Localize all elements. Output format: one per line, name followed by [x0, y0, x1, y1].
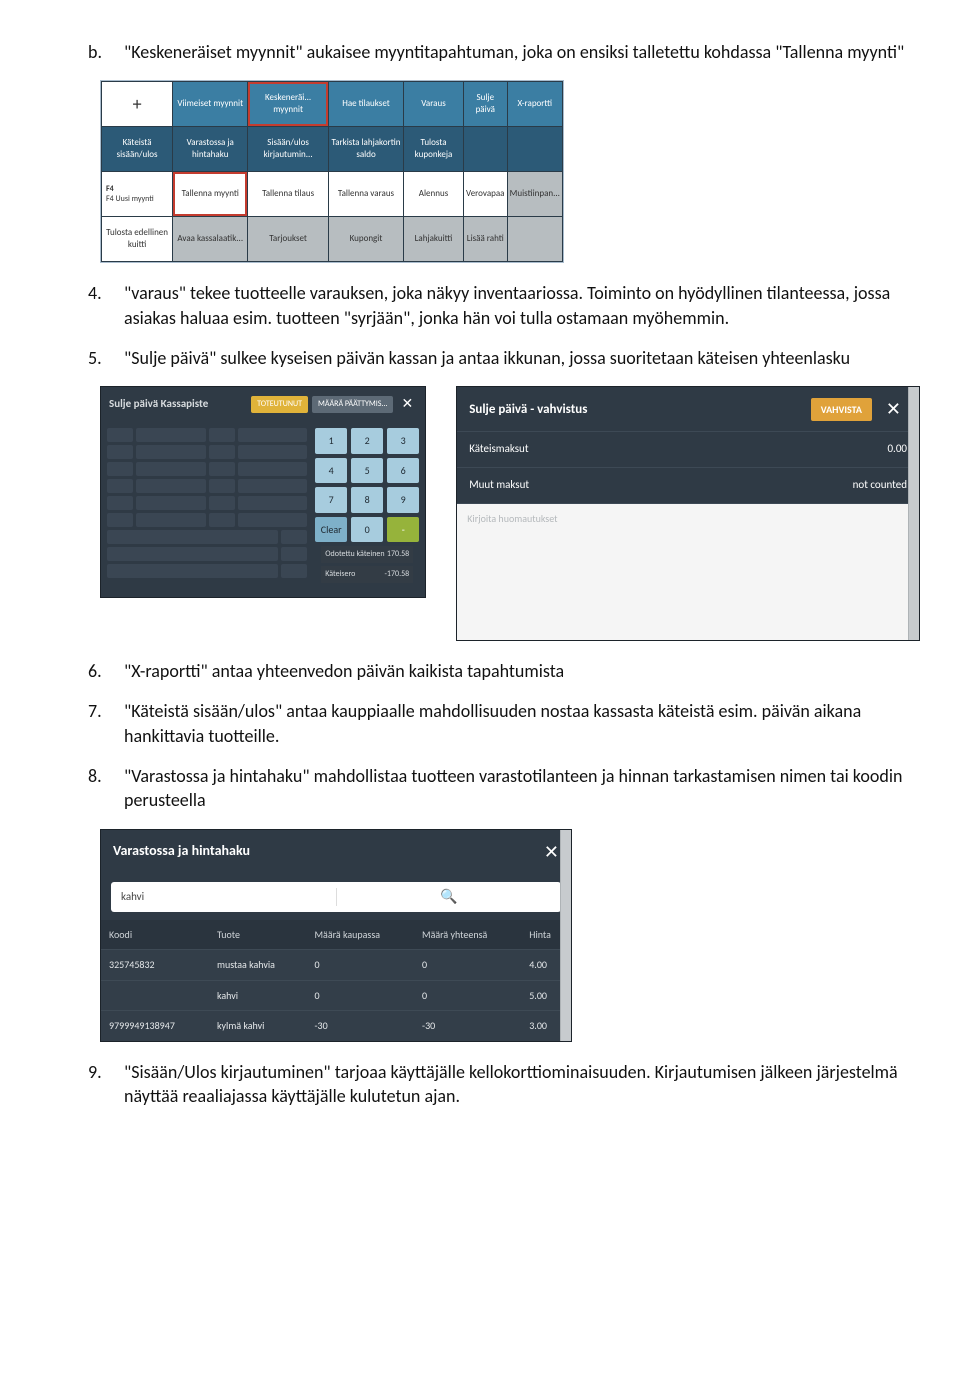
close-day-tab-amount[interactable]: MÄÄRÄ PÄÄTTYMIS...	[312, 396, 393, 413]
list-item-9: 9. "Sisään/Ulos kirjautuminen" tarjoaa k…	[88, 1060, 920, 1109]
pos-btn-offers[interactable]: Tarjoukset	[248, 217, 329, 262]
confirm-notes-input[interactable]: Kirjoita huomautukset	[457, 504, 919, 640]
stock-results-table: Koodi Tuote Määrä kaupassa Määrä yhteens…	[101, 920, 571, 1041]
confirm-row-other: Muut maksut not counted	[457, 468, 919, 504]
pos-btn-pending-sales[interactable]: Keskeneräi... myynnit	[248, 82, 329, 127]
pos-btn-reservation[interactable]: Varaus	[404, 82, 464, 127]
pos-add-user[interactable]: +	[102, 82, 173, 127]
confirm-title: Sulje päivä - vahvistus	[469, 401, 587, 419]
pos-btn-coupons[interactable]: Kupongit	[328, 217, 403, 262]
list-item-4: 4. "varaus" tekee tuotteelle varauksen, …	[88, 281, 920, 330]
keypad-3[interactable]: 3	[387, 428, 419, 454]
keypad-4[interactable]: 4	[315, 458, 347, 484]
list-text: "Käteistä sisään/ulos" antaa kauppiaalle…	[124, 699, 920, 748]
pos-btn-print-prev-receipt[interactable]: Tulosta edellinen kuitti	[102, 217, 173, 262]
pos-btn-fetch-orders[interactable]: Hae tilaukset	[328, 82, 403, 127]
list-text: "Keskeneräiset myynnit" aukaisee myyntit…	[124, 40, 904, 64]
close-day-keypad: 1 2 3 4 5 6 7 8 9 Clear 0 -	[315, 428, 419, 542]
pos-btn-print-coupons[interactable]: Tulosta kuponkeja	[404, 127, 464, 172]
list-item-7: 7. "Käteistä sisään/ulos" antaa kauppiaa…	[88, 699, 920, 748]
pos-btn-clock-inout[interactable]: Sisään/ulos kirjautumin...	[248, 127, 329, 172]
close-icon[interactable]: ✕	[880, 397, 907, 421]
list-item-8: 8. "Varastossa ja hintahaku" mahdollista…	[88, 764, 920, 813]
list-marker: 5.	[88, 346, 110, 370]
list-text: "Sisään/Ulos kirjautuminen" tarjoaa käyt…	[124, 1060, 920, 1109]
pos-btn-save-order[interactable]: Tallenna tilaus	[248, 172, 329, 217]
stock-search-value: kahvi	[111, 890, 336, 905]
pos-btn-stock-price[interactable]: Varastossa ja hintahaku	[173, 127, 248, 172]
pos-btn-save-reservation[interactable]: Tallenna varaus	[328, 172, 403, 217]
list-text: "X-raportti" antaa yhteenvedon päivän ka…	[124, 659, 564, 683]
list-text: "Sulje päivä" sulkee kyseisen päivän kas…	[124, 346, 850, 370]
close-day-panel: Sulje päivä Kassapiste TOTEUTUNUT MÄÄRÄ …	[100, 386, 426, 597]
pos-empty	[507, 127, 562, 172]
keypad-clear[interactable]: Clear	[315, 517, 347, 543]
stock-title: Varastossa ja hintahaku	[113, 842, 250, 861]
pos-grid: + Viimeiset myynnit Keskeneräi... myynni…	[100, 80, 564, 263]
list-marker: 4.	[88, 281, 110, 330]
keypad-6[interactable]: 6	[387, 458, 419, 484]
pos-btn-save-sale[interactable]: Tallenna myynti	[173, 172, 248, 217]
figure-stock-search: Varastossa ja hintahaku ✕ kahvi 🔍 Koodi …	[100, 829, 920, 1042]
list-text: "varaus" tekee tuotteelle varauksen, jok…	[124, 281, 920, 330]
stock-search-panel: Varastossa ja hintahaku ✕ kahvi 🔍 Koodi …	[100, 829, 572, 1042]
keypad-2[interactable]: 2	[351, 428, 383, 454]
col-qty-total: Määrä yhteensä	[414, 920, 521, 950]
keypad-7[interactable]: 7	[315, 487, 347, 513]
close-day-tab-actual[interactable]: TOTEUTUNUT	[251, 396, 308, 413]
col-code: Koodi	[101, 920, 209, 950]
list-marker: 7.	[88, 699, 110, 748]
pos-btn-discount[interactable]: Alennus	[404, 172, 464, 217]
col-price: Hinta	[521, 920, 571, 950]
pos-btn-taxfree[interactable]: Verovapaa	[463, 172, 507, 217]
col-product: Tuote	[209, 920, 307, 950]
close-day-denominations	[107, 428, 307, 591]
figure-close-day: Sulje päivä Kassapiste TOTEUTUNUT MÄÄRÄ …	[100, 386, 920, 641]
pos-btn-notes[interactable]: Muistiinpan...	[507, 172, 562, 217]
list-text: "Varastossa ja hintahaku" mahdollistaa t…	[124, 764, 920, 813]
list-marker: 9.	[88, 1060, 110, 1109]
close-icon[interactable]: ✕	[544, 840, 559, 864]
close-day-confirm-panel: Sulje päivä - vahvistus VAHVISTA ✕ Kätei…	[456, 386, 920, 641]
confirm-button[interactable]: VAHVISTA	[811, 398, 872, 422]
list-marker: 8.	[88, 764, 110, 813]
pos-btn-gift-receipt[interactable]: Lahjakuitti	[404, 217, 464, 262]
keypad-minus[interactable]: -	[387, 517, 419, 543]
cash-diff-row: Käteisero -170.58	[321, 566, 413, 583]
pos-btn-open-drawer[interactable]: Avaa kassalaatik...	[173, 217, 248, 262]
table-row[interactable]: kahvi 0 0 5.00	[101, 980, 571, 1011]
search-icon[interactable]: 🔍	[336, 888, 562, 907]
list-item-6: 6. "X-raportti" antaa yhteenvedon päivän…	[88, 659, 920, 683]
table-row[interactable]: 9799949138947 kylmä kahvi -30 -30 3.00	[101, 1011, 571, 1041]
list-marker: 6.	[88, 659, 110, 683]
pos-btn-giftcard-balance[interactable]: Tarkista lahjakortin saldo	[328, 127, 403, 172]
close-icon[interactable]: ✕	[397, 395, 417, 414]
keypad-8[interactable]: 8	[351, 487, 383, 513]
pos-btn-last-sales[interactable]: Viimeiset myynnit	[173, 82, 248, 127]
pos-empty	[463, 127, 507, 172]
keypad-9[interactable]: 9	[387, 487, 419, 513]
pos-btn-cash-inout[interactable]: Käteistä sisään/ulos	[102, 127, 173, 172]
keypad-5[interactable]: 5	[351, 458, 383, 484]
keypad-1[interactable]: 1	[315, 428, 347, 454]
pos-btn-add-freight[interactable]: Lisää rahti	[463, 217, 507, 262]
keypad-0[interactable]: 0	[351, 517, 383, 543]
close-day-title: Sulje päivä Kassapiste	[109, 397, 208, 412]
table-row[interactable]: 325745832 mustaa kahvia 0 0 4.00	[101, 950, 571, 981]
pos-empty	[507, 217, 562, 262]
pos-btn-new-sale[interactable]: F4F4 Uusi myynti	[102, 172, 173, 217]
pos-btn-x-report[interactable]: X-raportti	[507, 82, 562, 127]
pos-btn-close-day[interactable]: Sulje päivä	[463, 82, 507, 127]
col-qty-store: Määrä kaupassa	[307, 920, 415, 950]
list-marker: b.	[88, 40, 110, 64]
expected-cash-row: Odotettu käteinen 170.58	[321, 546, 413, 563]
figure-pos-grid: + Viimeiset myynnit Keskeneräi... myynni…	[100, 80, 920, 263]
stock-search-input[interactable]: kahvi 🔍	[111, 882, 561, 912]
list-item-5: 5. "Sulje päivä" sulkee kyseisen päivän …	[88, 346, 920, 370]
list-item-b: b. "Keskeneräiset myynnit" aukaisee myyn…	[88, 40, 920, 64]
confirm-row-cash: Käteismaksut 0.00	[457, 432, 919, 468]
